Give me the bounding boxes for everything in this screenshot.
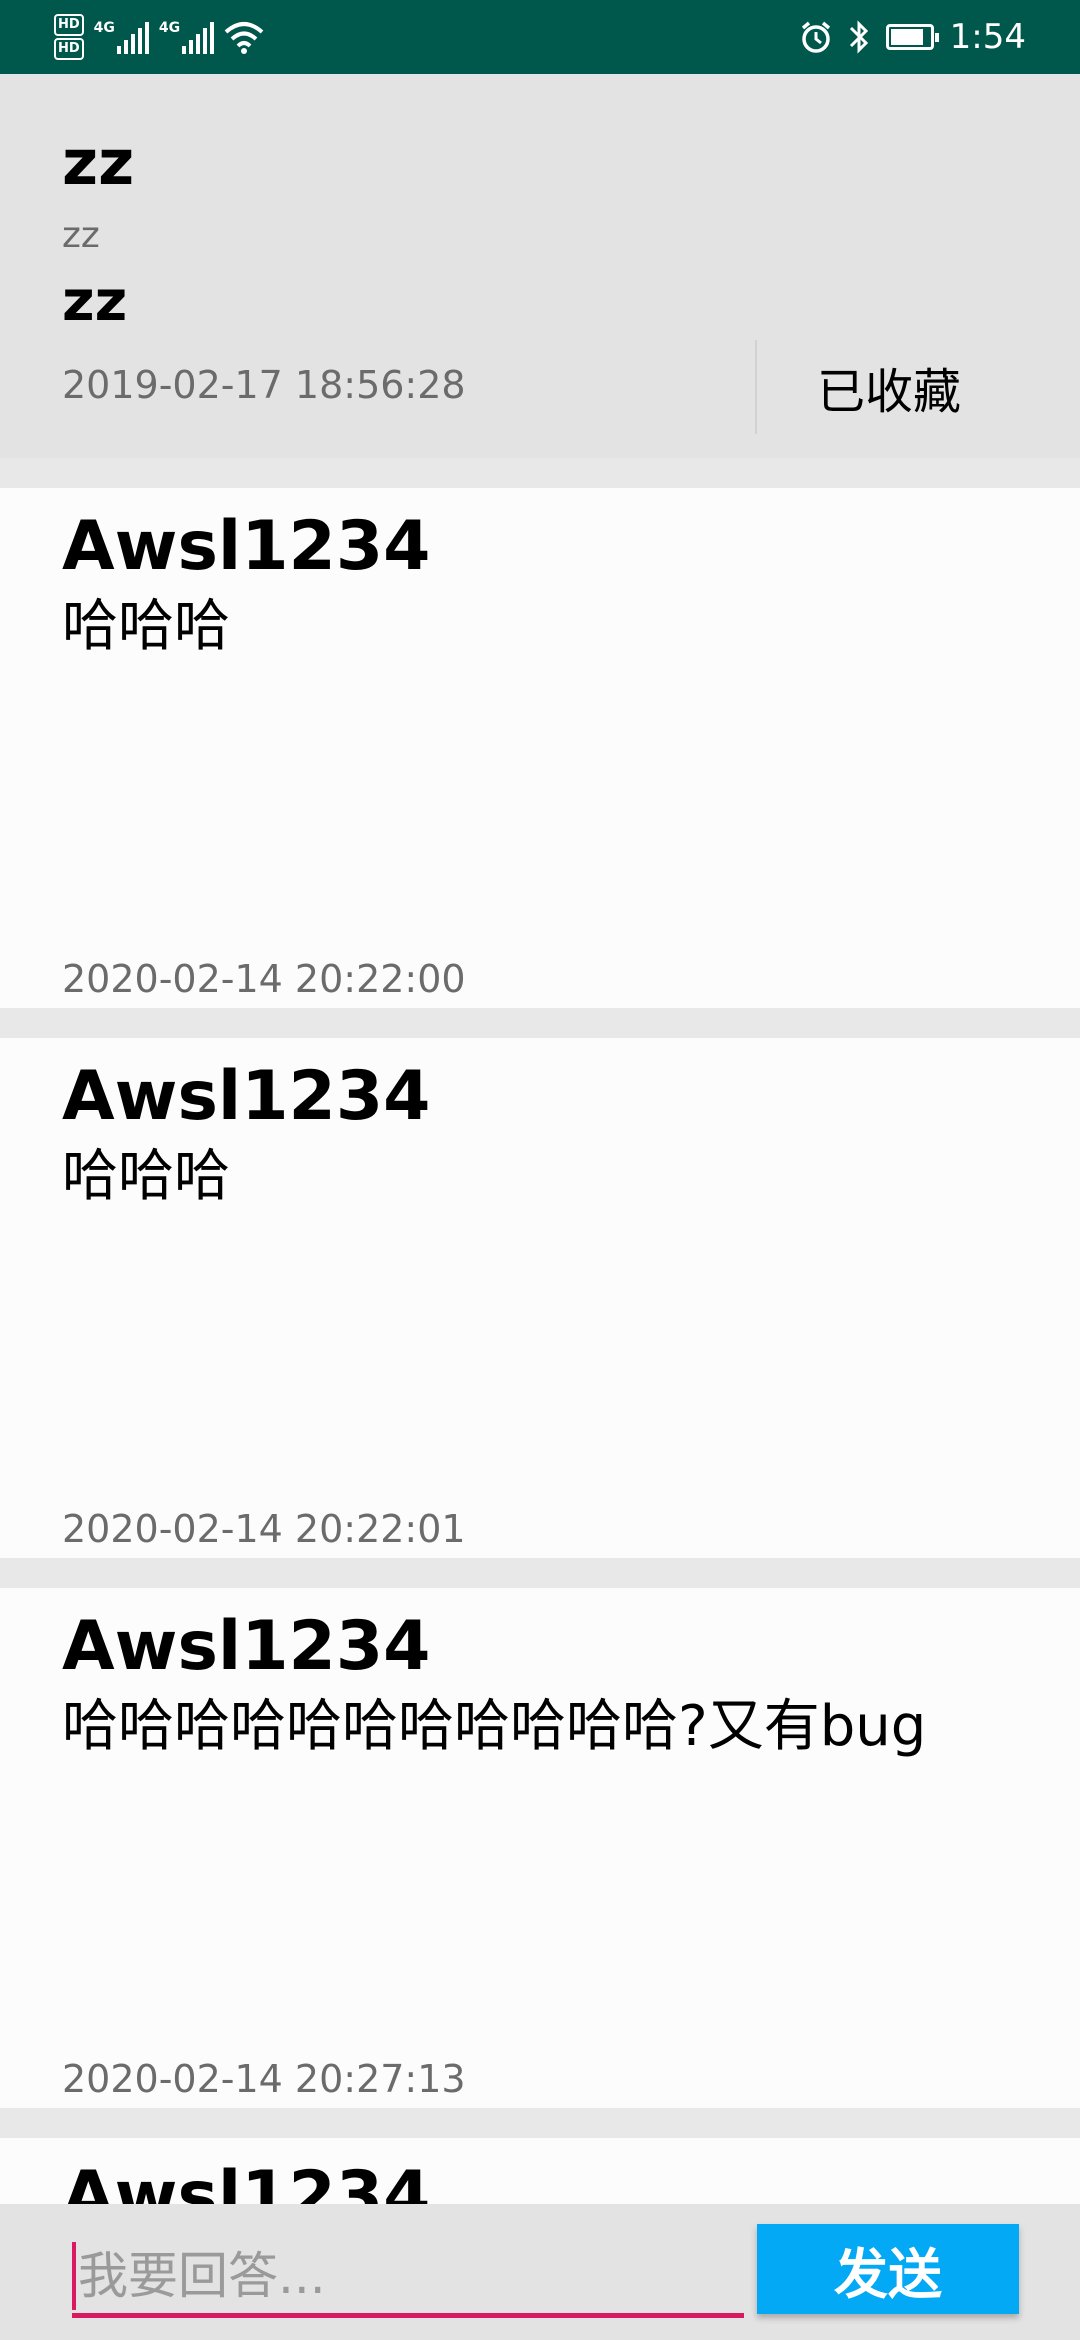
answer-username: Awsl1234 — [62, 507, 431, 586]
sim2-signal: 4G — [158, 20, 215, 54]
question-body: zz — [62, 269, 128, 334]
bluetooth-icon — [849, 20, 868, 54]
signal-icon — [182, 20, 215, 54]
question-author: zz — [62, 215, 100, 256]
status-bar: HD HD 4G 4G 1:54 — [0, 0, 1080, 74]
answer-item[interactable]: Awsl1234 哈哈哈 2020-02-14 20:22:01 — [0, 1038, 1080, 1558]
answer-username: Awsl1234 — [62, 2157, 431, 2208]
question-card: zz zz zz 2019-02-17 18:56:28 已收藏 — [0, 74, 1080, 458]
battery-level — [890, 29, 923, 45]
send-button[interactable]: 发送 — [757, 2224, 1019, 2314]
answer-timestamp: 2020-02-14 20:27:13 — [62, 2057, 466, 2101]
answer-item[interactable]: Awsl1234 — [0, 2138, 1080, 2208]
signal-icon — [116, 20, 149, 54]
network-type-label: 4G — [158, 20, 181, 36]
answer-list[interactable]: Awsl1234 哈哈哈 2020-02-14 20:22:00 Awsl123… — [0, 488, 1080, 2238]
question-timestamp: 2019-02-17 18:56:28 — [62, 363, 466, 407]
hd-icon: HD — [54, 38, 84, 60]
wifi-icon — [224, 22, 264, 54]
answer-timestamp: 2020-02-14 20:22:01 — [62, 1507, 466, 1551]
battery-icon — [885, 24, 939, 50]
answer-content: 哈哈哈哈哈哈哈哈哈哈哈?又有bug — [62, 1694, 927, 1759]
network-type-label: 4G — [93, 20, 115, 36]
sim1-signal: 4G — [94, 20, 149, 54]
answer-username: Awsl1234 — [62, 1057, 431, 1136]
status-bar-right: 1:54 — [800, 14, 1026, 60]
answer-content: 哈哈哈 — [62, 1144, 230, 1209]
hd-indicators: HD HD — [54, 14, 84, 60]
answer-content: 哈哈哈 — [62, 594, 230, 659]
status-time: 1:54 — [949, 17, 1026, 57]
hd-icon: HD — [54, 14, 84, 36]
answer-username: Awsl1234 — [62, 1607, 431, 1686]
reply-bar: 发送 — [0, 2204, 1080, 2340]
divider — [755, 340, 757, 434]
answer-item[interactable]: Awsl1234 哈哈哈哈哈哈哈哈哈哈哈?又有bug 2020-02-14 20… — [0, 1588, 1080, 2108]
question-title: zz — [62, 126, 135, 199]
favorite-button[interactable]: 已收藏 — [780, 340, 998, 434]
text-cursor — [72, 2242, 76, 2310]
alarm-icon — [801, 21, 830, 53]
status-bar-left: HD HD 4G 4G — [54, 14, 264, 60]
answer-item[interactable]: Awsl1234 哈哈哈 2020-02-14 20:22:00 — [0, 488, 1080, 1008]
answer-timestamp: 2020-02-14 20:22:00 — [62, 957, 466, 1001]
answer-input[interactable] — [72, 2238, 744, 2318]
